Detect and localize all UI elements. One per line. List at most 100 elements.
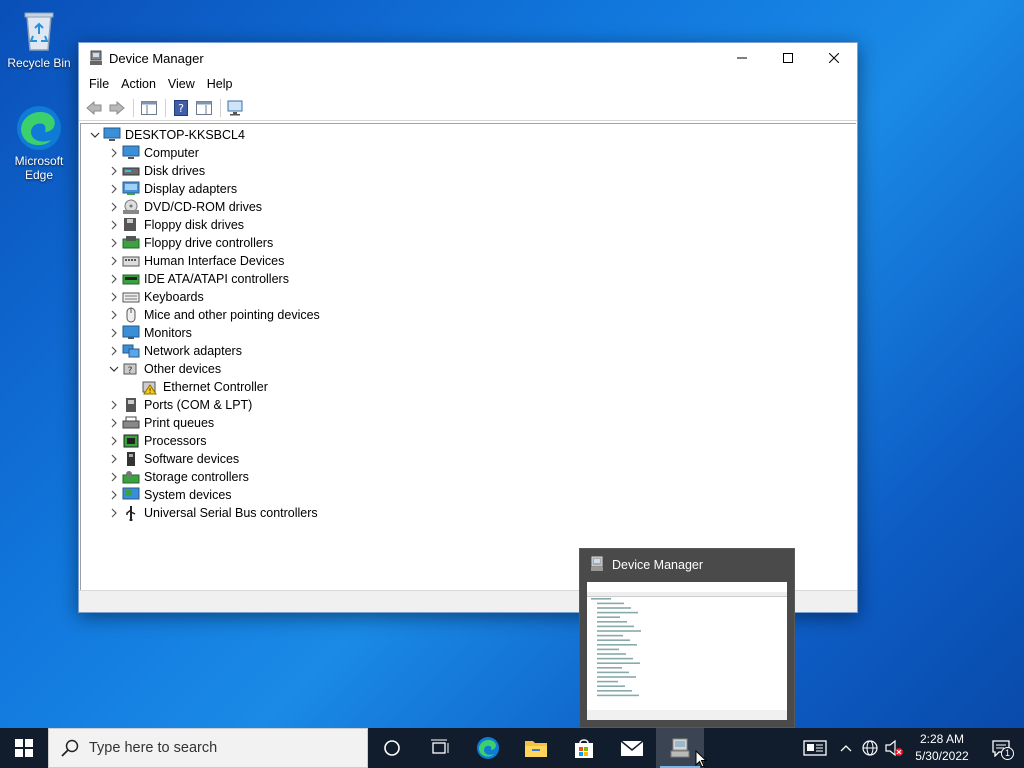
show-hidden-icons-button[interactable] (834, 728, 858, 768)
chevron-right-icon[interactable] (106, 414, 122, 432)
menu-help[interactable]: Help (201, 73, 239, 95)
chevron-right-icon[interactable] (106, 234, 122, 252)
chevron-down-icon[interactable] (106, 360, 122, 378)
chevron-right-icon[interactable] (106, 396, 122, 414)
taskbar-mail-button[interactable] (608, 728, 656, 768)
tree-item-human-interface-devices[interactable]: Human Interface Devices (87, 252, 320, 270)
tree-item-floppy-drive-controllers[interactable]: Floppy drive controllers (87, 234, 320, 252)
tree-item-label: Floppy drive controllers (144, 236, 274, 250)
storage-controller-icon (122, 469, 140, 485)
close-button[interactable] (811, 43, 857, 73)
tree-item-ethernet-controller[interactable]: ! Ethernet Controller (87, 378, 320, 396)
network-button[interactable] (858, 728, 882, 768)
tree-item-processors[interactable]: Processors (87, 432, 320, 450)
chevron-right-icon[interactable] (106, 180, 122, 198)
tree-item-software-devices[interactable]: Software devices (87, 450, 320, 468)
desktop-icon-recycle-bin[interactable]: Recycle Bin (1, 6, 77, 70)
console-tree-icon (141, 100, 157, 115)
title-bar[interactable]: Device Manager (79, 43, 857, 73)
chevron-down-icon[interactable] (87, 126, 103, 144)
chevron-right-icon[interactable] (106, 324, 122, 342)
chevron-right-icon[interactable] (106, 144, 122, 162)
tree-item-label: Processors (144, 434, 207, 448)
chevron-right-icon[interactable] (106, 216, 122, 234)
chevron-right-icon[interactable] (106, 288, 122, 306)
tree-item-label: Software devices (144, 452, 240, 466)
computer-icon (122, 145, 140, 161)
tree-item-other-devices[interactable]: ? Other devices (87, 360, 320, 378)
tree-item-floppy-disk-drives[interactable]: Floppy disk drives (87, 216, 320, 234)
chevron-right-icon[interactable] (106, 306, 122, 324)
chevron-right-icon[interactable] (106, 504, 122, 522)
cortana-button[interactable] (368, 728, 416, 768)
show-hide-console-tree-button[interactable] (138, 97, 160, 119)
device-manager-icon (670, 738, 690, 758)
tree-item-dvd-cd-rom-drives[interactable]: DVD/CD-ROM drives (87, 198, 320, 216)
system-clock[interactable]: 2:28 AM 5/30/2022 (906, 731, 978, 765)
taskbar-store-button[interactable] (560, 728, 608, 768)
tree-item-storage-controllers[interactable]: Storage controllers (87, 468, 320, 486)
tree-item-computer[interactable]: Computer (87, 144, 320, 162)
toolbar: ? (79, 95, 857, 121)
menu-view[interactable]: View (162, 73, 201, 95)
thumbnail-line (597, 607, 631, 609)
thumbnail-line (597, 611, 638, 614)
chevron-right-icon[interactable] (106, 486, 122, 504)
edge-icon (477, 737, 499, 759)
chevron-right-icon[interactable] (106, 270, 122, 288)
chevron-right-icon[interactable] (106, 432, 122, 450)
tree-item-ide-ata-atapi-controllers[interactable]: IDE ATA/ATAPI controllers (87, 270, 320, 288)
tree-item-system-devices[interactable]: System devices (87, 486, 320, 504)
device-manager-window[interactable]: Device Manager File Action View Help ? D… (78, 42, 858, 613)
thumbnail-line (597, 634, 623, 637)
notifications-button[interactable]: 1 (978, 728, 1024, 768)
menu-action[interactable]: Action (115, 73, 162, 95)
network-adapter-icon (122, 343, 140, 359)
tree-item-network-adapters[interactable]: Network adapters (87, 342, 320, 360)
tree-item-mice-and-other-pointing-devices[interactable]: Mice and other pointing devices (87, 306, 320, 324)
tree-item-ports-com-lpt[interactable]: Ports (COM & LPT) (87, 396, 320, 414)
menu-bar: File Action View Help (79, 73, 857, 95)
help-button[interactable]: ? (170, 97, 192, 119)
thumbnail-line (597, 639, 630, 641)
tree-item-universal-serial-bus-controllers[interactable]: Universal Serial Bus controllers (87, 504, 320, 522)
tree-item-label: IDE ATA/ATAPI controllers (144, 272, 289, 286)
clock-time: 2:28 AM (919, 732, 965, 746)
task-view-button[interactable] (416, 728, 464, 768)
volume-button[interactable] (882, 728, 906, 768)
tree-root-row[interactable]: DESKTOP-KKSBCL4 (87, 126, 320, 144)
maximize-button[interactable] (765, 43, 811, 73)
menu-file[interactable]: File (83, 73, 115, 95)
properties-button[interactable] (193, 97, 215, 119)
chevron-right-icon[interactable] (106, 162, 122, 180)
taskbar-file-explorer-button[interactable] (512, 728, 560, 768)
chevron-right-icon[interactable] (106, 342, 122, 360)
chevron-right-icon[interactable] (106, 198, 122, 216)
tree-item-label: Ports (COM & LPT) (144, 398, 253, 412)
tree-item-disk-drives[interactable]: Disk drives (87, 162, 320, 180)
taskbar-thumbnail-preview[interactable]: Device Manager (579, 548, 795, 728)
news-icon (803, 740, 827, 756)
thumbnail-window-preview (587, 582, 787, 720)
start-button[interactable] (0, 728, 48, 768)
tree-item-label: Network adapters (144, 344, 242, 358)
forward-button[interactable] (106, 97, 128, 119)
mouse-cursor (695, 750, 707, 768)
chevron-right-icon[interactable] (106, 468, 122, 486)
chevron-right-icon[interactable] (106, 252, 122, 270)
chevron-right-icon[interactable] (106, 450, 122, 468)
tree-item-monitors[interactable]: Monitors (87, 324, 320, 342)
minimize-button[interactable] (719, 43, 765, 73)
scan-hardware-button[interactable] (225, 97, 247, 119)
taskbar-search-box[interactable]: Type here to search (48, 728, 368, 768)
tree-item-keyboards[interactable]: Keyboards (87, 288, 320, 306)
globe-network-icon (862, 740, 878, 756)
news-widget-button[interactable] (796, 728, 834, 768)
desktop-icon-edge[interactable]: Microsoft Edge (1, 104, 77, 182)
device-tree-pane[interactable]: DESKTOP-KKSBCL4 Computer Disk drives Displ… (80, 123, 856, 590)
back-button[interactable] (83, 97, 105, 119)
thumbnail-line (597, 630, 641, 632)
tree-item-print-queues[interactable]: Print queues (87, 414, 320, 432)
tree-item-display-adapters[interactable]: Display adapters (87, 180, 320, 198)
taskbar-edge-button[interactable] (464, 728, 512, 768)
